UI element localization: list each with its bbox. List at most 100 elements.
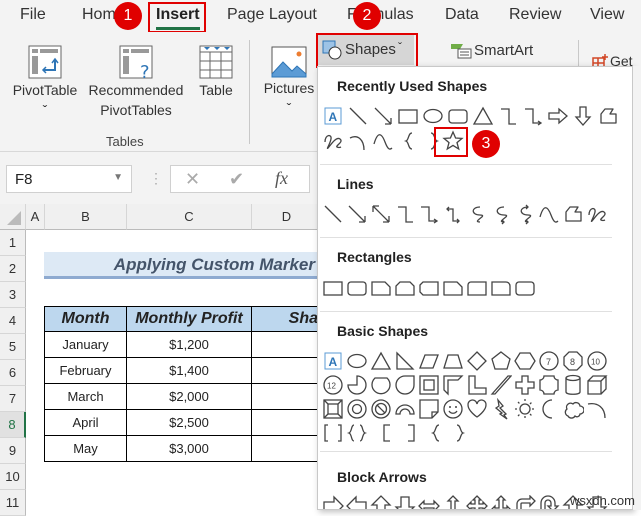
shape-elbow-icon[interactable] xyxy=(394,203,416,225)
shape-cloud-icon[interactable] xyxy=(562,398,585,420)
shape-ba_quad-icon[interactable] xyxy=(466,495,488,509)
row-header-8[interactable]: 8 xyxy=(0,412,26,438)
tab-review[interactable]: Review xyxy=(509,6,561,24)
shape-oval-icon[interactable] xyxy=(422,105,444,127)
shape-ba_lr-icon[interactable] xyxy=(418,495,440,509)
shape-lshape-icon[interactable] xyxy=(466,374,488,396)
insert-function-icon[interactable]: fx xyxy=(275,168,288,189)
shape-sine-icon[interactable] xyxy=(372,130,394,152)
shape-rrect-icon[interactable] xyxy=(447,105,469,127)
shape-elbow-icon[interactable] xyxy=(497,105,519,127)
shape-elbowdbl-icon[interactable] xyxy=(442,203,464,225)
shape-foldcorner-icon[interactable] xyxy=(418,398,440,420)
cell-shape[interactable] xyxy=(251,409,321,436)
cell-profit[interactable]: $1,200 xyxy=(126,331,252,358)
shape-r_rr2-icon[interactable] xyxy=(466,277,488,299)
shape-ba_bent-icon[interactable] xyxy=(514,494,536,509)
shape-sun-icon[interactable] xyxy=(514,398,536,420)
cell-shape[interactable] xyxy=(251,331,321,358)
shape-elbowarrow-icon[interactable] xyxy=(418,203,440,225)
cell-month[interactable]: February xyxy=(44,357,127,384)
shape-arc-icon[interactable] xyxy=(347,130,369,152)
header-shape[interactable]: Sha xyxy=(251,306,321,332)
shape-rect-icon[interactable] xyxy=(322,277,344,299)
column-header-d[interactable]: D xyxy=(252,204,322,230)
row-header-6[interactable]: 6 xyxy=(0,360,26,386)
tab-page-layout[interactable]: Page Layout xyxy=(227,6,317,24)
shape-frame-icon[interactable] xyxy=(418,374,440,396)
shape-ba_l-icon[interactable] xyxy=(346,495,368,509)
cell-shape[interactable] xyxy=(251,357,321,384)
dropdown-arrow-icon[interactable]: ▼ xyxy=(113,172,123,183)
shape-teardrop-icon[interactable] xyxy=(394,374,416,396)
shape-rrect-icon[interactable] xyxy=(514,277,536,299)
pictures-button[interactable]: Pictures ˇ xyxy=(260,40,318,118)
column-header-a[interactable]: A xyxy=(26,204,45,230)
shape-arcb-icon[interactable] xyxy=(586,398,608,420)
shape-sine-icon[interactable] xyxy=(538,203,560,225)
shape-plaque-icon[interactable] xyxy=(538,374,560,396)
formula-bar-grip-icon[interactable]: ⋮ xyxy=(149,170,163,187)
row-header-5[interactable]: 5 xyxy=(0,334,26,360)
shape-halfframe-icon[interactable] xyxy=(442,374,464,396)
row-header-2[interactable]: 2 xyxy=(0,256,26,282)
enter-icon[interactable]: ✔ xyxy=(229,169,244,190)
shape-lbracket-icon[interactable] xyxy=(376,422,398,444)
shape-line-icon[interactable] xyxy=(347,105,369,127)
recommended-pivottables-button[interactable]: ? Recommended PivotTables xyxy=(84,40,188,120)
shape-textbox-icon[interactable]: A xyxy=(322,350,344,372)
shape-rect-icon[interactable] xyxy=(397,105,419,127)
shape-bevel-icon[interactable] xyxy=(322,398,344,420)
row-header-4[interactable]: 4 xyxy=(0,308,26,334)
shape-rbracket-icon[interactable] xyxy=(400,422,422,444)
shape-cross-icon[interactable] xyxy=(514,374,536,396)
shape-arrow-icon[interactable] xyxy=(372,105,394,127)
row-header-3[interactable]: 3 xyxy=(0,282,26,308)
cell-month[interactable]: May xyxy=(44,435,127,462)
shape-r_snip3-icon[interactable] xyxy=(418,277,440,299)
shape-ba_ud-icon[interactable] xyxy=(442,495,464,509)
shape-moon-icon[interactable] xyxy=(538,398,560,420)
shape-bolt-icon[interactable] xyxy=(490,397,512,420)
shape-ba_d-icon[interactable] xyxy=(394,495,416,509)
shape-chord-icon[interactable] xyxy=(370,374,392,396)
smartart-button[interactable]: SmartArt xyxy=(450,40,540,62)
shape-oval-icon[interactable] xyxy=(346,350,368,372)
shape-textbox-icon[interactable]: A xyxy=(322,105,344,127)
shape-oct8-icon[interactable]: 8 xyxy=(562,350,584,372)
shape-r_snip1-icon[interactable] xyxy=(370,277,392,299)
shape-curve-icon[interactable] xyxy=(466,203,488,225)
shape-ba_lru-icon[interactable] xyxy=(490,495,512,509)
shape-donut-icon[interactable] xyxy=(346,398,368,420)
cell-shape[interactable] xyxy=(251,435,321,462)
select-all-button[interactable] xyxy=(0,204,26,230)
cell-shape[interactable] xyxy=(251,383,321,410)
shape-para-icon[interactable] xyxy=(418,350,440,372)
shape-cube-icon[interactable] xyxy=(586,374,608,396)
shape-lbrace-icon[interactable] xyxy=(399,130,421,152)
shape-pent-icon[interactable] xyxy=(490,350,512,372)
cell-month[interactable]: April xyxy=(44,409,127,436)
shape-line-icon[interactable] xyxy=(322,203,344,225)
row-header-7[interactable]: 7 xyxy=(0,386,26,412)
shape-trap-icon[interactable] xyxy=(442,350,464,372)
shape-r_snip2-icon[interactable] xyxy=(394,277,416,299)
cell-profit[interactable]: $3,000 xyxy=(126,435,252,462)
shape-elbowarrow-icon[interactable] xyxy=(522,105,544,127)
shape-r_snipr-icon[interactable] xyxy=(442,277,464,299)
shape-rbrace-icon[interactable] xyxy=(448,422,470,444)
cancel-icon[interactable]: ✕ xyxy=(185,169,200,190)
shape-rarrow-icon[interactable] xyxy=(547,105,569,127)
shape-scribble-icon[interactable] xyxy=(322,130,344,152)
row-header-11[interactable]: 11 xyxy=(0,490,26,516)
shape-hex-icon[interactable] xyxy=(514,350,536,372)
shape-hept-icon[interactable]: 7 xyxy=(538,350,560,372)
tab-file[interactable]: File xyxy=(20,6,46,24)
table-button[interactable]: Table xyxy=(193,40,239,100)
row-header-10[interactable]: 10 xyxy=(0,464,26,490)
shape-rrect-icon[interactable] xyxy=(346,277,368,299)
shape-dec10-icon[interactable]: 10 xyxy=(586,350,608,372)
shape-curvearrow-icon[interactable] xyxy=(490,203,512,225)
shape-diagstripe-icon[interactable] xyxy=(490,374,513,396)
header-monthly-profit[interactable]: Monthly Profit xyxy=(126,306,252,332)
